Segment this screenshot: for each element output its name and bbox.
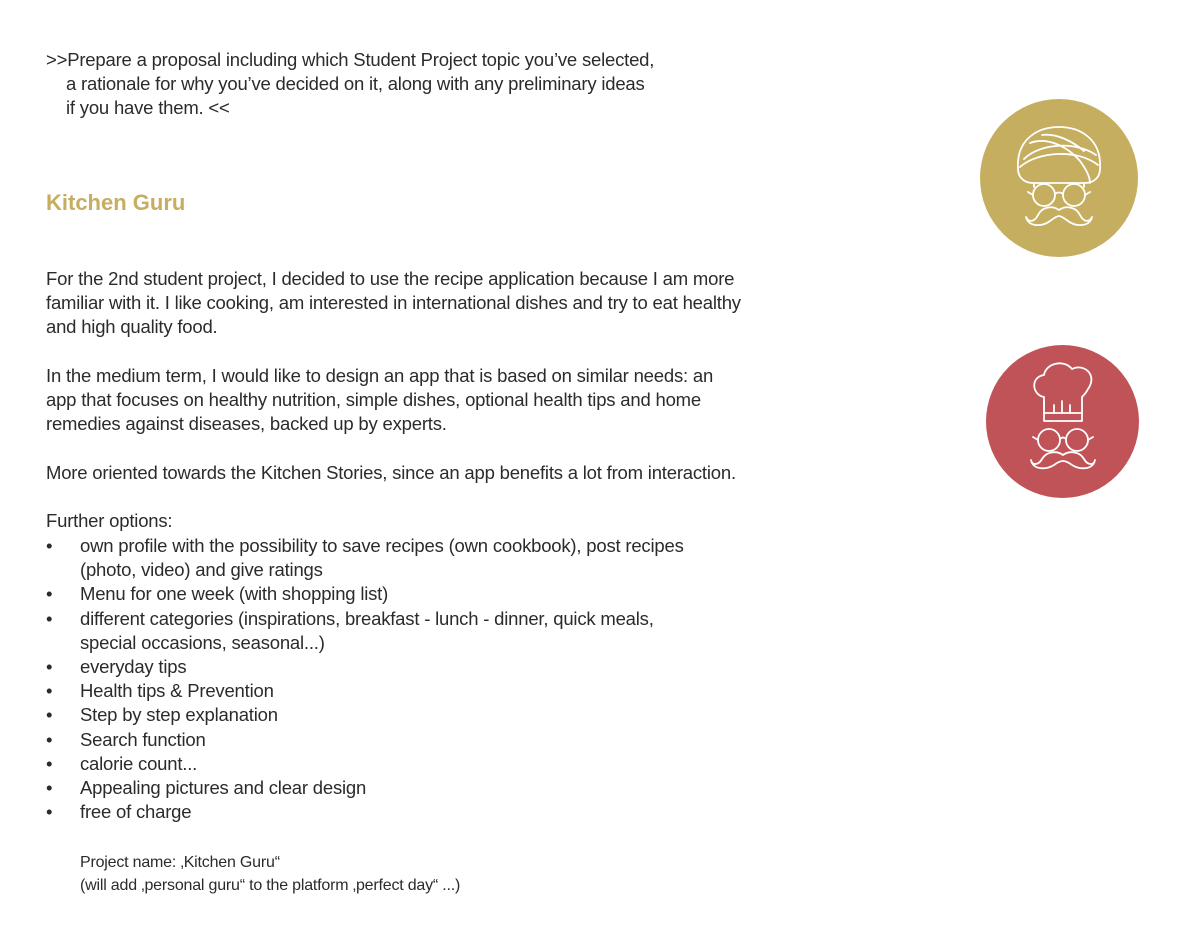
intro-text: >>Prepare a proposal including which Stu…: [46, 48, 666, 121]
list-item-text: Health tips & Prevention: [80, 680, 274, 702]
list-item: • everyday tips: [46, 655, 696, 679]
list-item: • Appealing pictures and clear design: [46, 776, 696, 800]
paragraph-motivation: For the 2nd student project, I decided t…: [46, 268, 741, 338]
intro-line-2: a rationale for why you’ve decided on it…: [66, 73, 645, 95]
bullet: •: [46, 752, 53, 774]
list-item-text: everyday tips: [80, 656, 187, 678]
list-item: • calorie count...: [46, 752, 696, 776]
list-item: • different categories (inspirations, bre…: [46, 607, 696, 655]
bullet: •: [46, 656, 53, 678]
list-item-text: own profile with the possibility to save…: [80, 535, 684, 581]
list-item: • Search function: [46, 728, 696, 752]
list-item-text: Search function: [80, 728, 206, 750]
list-item: • Health tips & Prevention: [46, 679, 696, 703]
project-name: Project name: ‚Kitchen Guru“: [80, 854, 280, 871]
list-item-text: calorie count...: [80, 752, 198, 774]
bullet: •: [46, 583, 53, 605]
bullet: •: [46, 704, 53, 726]
list-item-text: free of charge: [80, 801, 192, 823]
list-item-text: Menu for one week (with shopping list): [80, 583, 389, 605]
paragraph-goal: In the medium term, I would like to desi…: [46, 365, 714, 435]
project-name-note: Project name: ‚Kitchen Guru“ (will add ‚…: [80, 851, 460, 897]
bullet: •: [46, 801, 53, 823]
guru-turban-icon: [980, 99, 1138, 257]
bullet: •: [46, 680, 53, 702]
paragraph-orientation: More oriented towards the Kitchen Storie…: [46, 462, 736, 483]
list-item: • Step by step explanation: [46, 703, 696, 727]
list-item: • free of charge: [46, 800, 696, 824]
list-item-text: different categories (inspirations, brea…: [80, 607, 654, 653]
bullet: •: [46, 535, 53, 556]
list-item: • Menu for one week (with shopping list): [46, 582, 696, 606]
bullet: •: [46, 728, 53, 750]
intro-line-3: if you have them. <<: [66, 97, 230, 119]
page-title: Kitchen Guru: [46, 190, 186, 215]
project-note: (will add ‚personal guru“ to the platfor…: [80, 877, 461, 894]
list-item-text: Appealing pictures and clear design: [80, 777, 367, 799]
bullet: •: [46, 777, 53, 799]
bullet: •: [46, 607, 53, 629]
list-item-text: Step by step explanation: [80, 704, 278, 726]
options-list: • own profile with the possibility to sav…: [46, 534, 696, 824]
options-heading: Further options:: [46, 510, 173, 531]
list-item: • own profile with the possibility to sav…: [46, 534, 696, 582]
chef-hat-icon: [986, 345, 1139, 498]
intro-line-1: >>Prepare a proposal including which Stu…: [46, 49, 655, 70]
